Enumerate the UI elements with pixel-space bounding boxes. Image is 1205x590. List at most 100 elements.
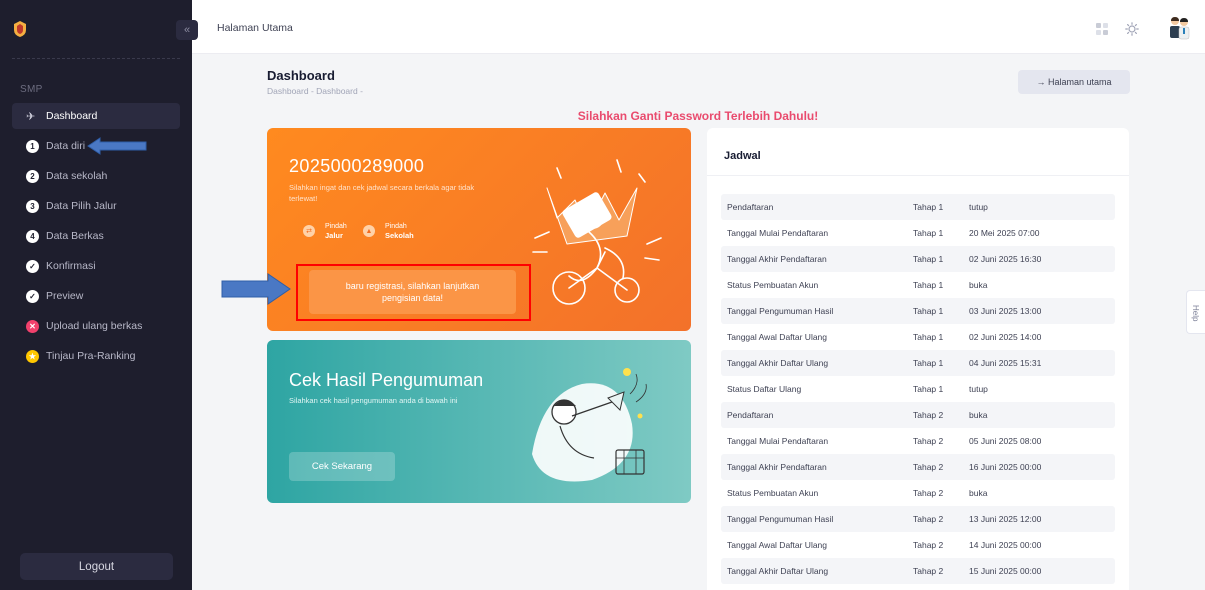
cell-event: Status Pembuatan Akun (727, 488, 819, 498)
result-subtitle: Silahkan cek hasil pengumuman anda di ba… (289, 396, 458, 405)
cell-stage: Tahap 1 (913, 358, 944, 368)
help-label: Help (1191, 305, 1200, 322)
sidebar-item-label: Data diri (46, 140, 86, 152)
cell-value: buka (969, 488, 988, 498)
table-row: Tanggal Mulai Pendaftaran Tahap 2 05 Juni … (721, 428, 1115, 454)
route-icon: ⇄ (303, 225, 315, 237)
cell-stage: Tahap 2 (913, 540, 944, 550)
cell-stage: Tahap 1 (913, 228, 944, 238)
table-row: Pendaftaran Tahap 1 tutup (721, 194, 1115, 220)
check-icon: ✓ (26, 259, 39, 273)
cell-value: 05 Juni 2025 08:00 (969, 436, 1042, 446)
cell-event: Tanggal Akhir Pendaftaran (727, 254, 827, 264)
sidebar: SMP ✈ Dashboard 1 Data diri 2 Data sekol… (0, 0, 192, 590)
cell-event: Tanggal Mulai Pendaftaran (727, 436, 829, 446)
apps-grid-icon[interactable] (1095, 22, 1109, 36)
cell-value: 02 Juni 2025 16:30 (969, 254, 1042, 264)
step-badge: 2 (26, 169, 39, 183)
sidebar-divider (12, 58, 180, 59)
registration-card: 2025000289000 Silahkan ingat dan cek jad… (267, 128, 691, 331)
cell-stage: Tahap 1 (913, 202, 944, 212)
user-avatar[interactable] (1167, 14, 1191, 42)
close-icon: ✕ (26, 319, 39, 333)
help-tab[interactable]: Help (1186, 290, 1205, 334)
table-row: Tanggal Awal Daftar Ulang Tahap 1 02 Juni … (721, 324, 1115, 350)
table-row: Tanggal Pengumuman Hasil Tahap 1 03 Juni 2… (721, 298, 1115, 324)
sidebar-item-data-pilih-jalur[interactable]: 3 Data Pilih Jalur (12, 193, 180, 219)
continue-registration-button[interactable]: baru registrasi, silahkan lanjutkan peng… (309, 270, 516, 314)
schedule-title: Jadwal (724, 150, 761, 162)
cell-value: 13 Juni 2025 12:00 (969, 514, 1042, 524)
rocket-icon: ✈ (26, 110, 36, 123)
sidebar-item-label: Preview (46, 290, 84, 302)
table-row: Tanggal Pengumuman Hasil Tahap 2 13 Juni 2… (721, 506, 1115, 532)
cell-value: 14 Juni 2025 00:00 (969, 540, 1042, 550)
cell-value: 20 Mei 2025 07:00 (969, 228, 1040, 238)
pindah-sekolah-link[interactable]: ▲ Pindah Sekolah (363, 222, 414, 240)
topbar: Halaman Utama (192, 0, 1205, 54)
cell-stage: Tahap 2 (913, 514, 944, 524)
table-row: Status Pembuatan Akun Tahap 1 buka (721, 272, 1115, 298)
cell-event: Tanggal Pengumuman Hasil (727, 306, 834, 316)
result-card: Cek Hasil Pengumuman Silahkan cek hasil … (267, 340, 691, 503)
cell-value: tutup (969, 384, 988, 394)
pindah-jalur-link[interactable]: ⇄ Pindah Jalur (303, 222, 347, 240)
cell-event: Tanggal Pengumuman Hasil (727, 514, 834, 524)
password-warning: Silahkan Ganti Password Terlebih Dahulu! (577, 109, 819, 123)
cell-event: Status Pembuatan Akun (727, 280, 819, 290)
sidebar-item-dashboard[interactable]: ✈ Dashboard (12, 103, 180, 129)
cell-stage: Tahap 2 (913, 462, 944, 472)
sidebar-item-konfirmasi[interactable]: ✓ Konfirmasi (12, 253, 180, 279)
school-icon: ▲ (363, 225, 375, 237)
registration-note: Silahkan ingat dan cek jadwal secara ber… (289, 183, 475, 203)
cell-event: Tanggal Akhir Daftar Ulang (727, 566, 829, 576)
cell-value: 03 Juni 2025 13:00 (969, 306, 1042, 316)
cell-value: tutup (969, 202, 988, 212)
cyclist-illustration (532, 159, 662, 305)
topbar-title: Halaman Utama (217, 22, 293, 34)
schedule-table: Pendaftaran Tahap 1 tutup Tanggal Mulai Pe… (721, 194, 1115, 584)
table-row: Pendaftaran Tahap 2 buka (721, 402, 1115, 428)
cell-value: buka (969, 410, 988, 420)
sidebar-item-upload-ulang-berkas[interactable]: ✕ Upload ulang berkas (12, 313, 180, 339)
cell-stage: Tahap 2 (913, 410, 944, 420)
pindah-bold: Sekolah (385, 231, 414, 240)
sidebar-item-preview[interactable]: ✓ Preview (12, 283, 180, 309)
cell-event: Tanggal Mulai Pendaftaran (727, 228, 829, 238)
logout-button[interactable]: Logout (20, 553, 173, 580)
cell-event: Pendaftaran (727, 410, 774, 420)
annotation-highlight-box: baru registrasi, silahkan lanjutkan peng… (296, 264, 531, 321)
step-badge: 1 (26, 139, 39, 153)
table-row: Tanggal Awal Daftar Ulang Tahap 2 14 Juni … (721, 532, 1115, 558)
sidebar-item-label: Dashboard (46, 110, 98, 122)
schedule-divider (707, 175, 1129, 176)
cell-stage: Tahap 1 (913, 384, 944, 394)
sidebar-item-label: Data sekolah (46, 170, 108, 182)
check-icon: ✓ (26, 289, 39, 303)
sidebar-item-label: Konfirmasi (46, 260, 96, 272)
cell-value: 02 Juni 2025 14:00 (969, 332, 1042, 342)
sidebar-item-data-sekolah[interactable]: 2 Data sekolah (12, 163, 180, 189)
table-row: Tanggal Akhir Daftar Ulang Tahap 2 15 Juni… (721, 558, 1115, 584)
sidebar-item-tinjau-pra-ranking[interactable]: ★ Tinjau Pra-Ranking (12, 343, 180, 369)
cell-stage: Tahap 1 (913, 306, 944, 316)
check-now-button[interactable]: Cek Sekarang (289, 452, 395, 481)
result-title: Cek Hasil Pengumuman (289, 370, 484, 390)
cell-value: 15 Juni 2025 00:00 (969, 566, 1042, 576)
cell-value: buka (969, 280, 988, 290)
cell-value: 16 Juni 2025 00:00 (969, 462, 1042, 472)
home-button[interactable]: → Halaman utama (1018, 70, 1130, 94)
sun-icon[interactable] (1125, 22, 1139, 36)
sidebar-collapse-button[interactable]: « (176, 20, 198, 40)
step-badge: 4 (26, 229, 39, 243)
registration-number: 2025000289000 (289, 156, 425, 176)
logo-icon (14, 21, 26, 37)
schedule-card: Jadwal Pendaftaran Tahap 1 tutup Tanggal M… (707, 128, 1129, 590)
sidebar-item-label: Data Pilih Jalur (46, 200, 117, 212)
cell-stage: Tahap 2 (913, 566, 944, 576)
step-badge: 3 (26, 199, 39, 213)
cell-stage: Tahap 1 (913, 280, 944, 290)
cell-event: Tanggal Awal Daftar Ulang (727, 332, 828, 342)
pindah-small: Pindah (325, 223, 347, 230)
sidebar-item-data-berkas[interactable]: 4 Data Berkas (12, 223, 180, 249)
